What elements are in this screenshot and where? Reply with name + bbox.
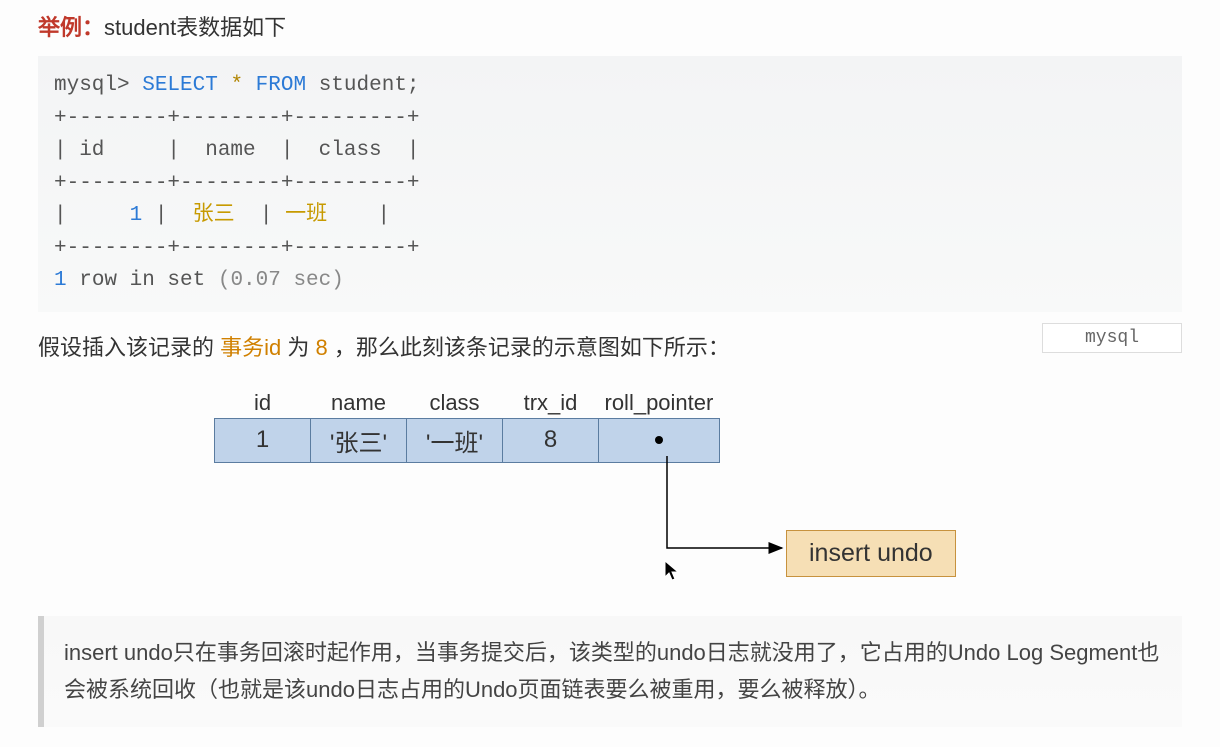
heading-tail: student表数据如下 [104,15,286,40]
cell-name: '张三' [311,418,407,462]
record-table: id name class trx_id roll_pointer 1 '张三'… [214,388,720,463]
code-lang-tag: mysql [1042,323,1182,353]
note-blockquote: insert undo只在事务回滚时起作用，当事务提交后，该类型的undo日志就… [38,616,1182,727]
cell-class: '一班' [407,418,503,462]
txid-value: 8 [315,335,327,360]
col-class: class [407,388,503,419]
insert-undo-box: insert undo [786,530,956,577]
pointer-dot [655,436,663,444]
heading-label: 举例： [38,15,104,40]
col-trxid: trx_id [503,388,599,419]
cell-id: 1 [215,418,311,462]
col-id: id [215,388,311,419]
txid-label: 事务id [220,335,281,360]
record-diagram: id name class trx_id roll_pointer 1 '张三'… [200,388,1020,588]
mysql-code-block: mysql> SELECT * FROM student; +--------+… [38,56,1182,312]
cell-trxid: 8 [503,418,599,462]
pointer-arrow [660,456,800,566]
col-name: name [311,388,407,419]
col-rollpointer: roll_pointer [599,388,720,419]
paragraph: 假设插入该记录的 事务id 为 8 ，那么此刻该条记录的示意图如下所示： [38,330,1182,362]
mouse-cursor-icon [664,560,680,588]
section-heading: 举例：student表数据如下 [38,10,1182,42]
